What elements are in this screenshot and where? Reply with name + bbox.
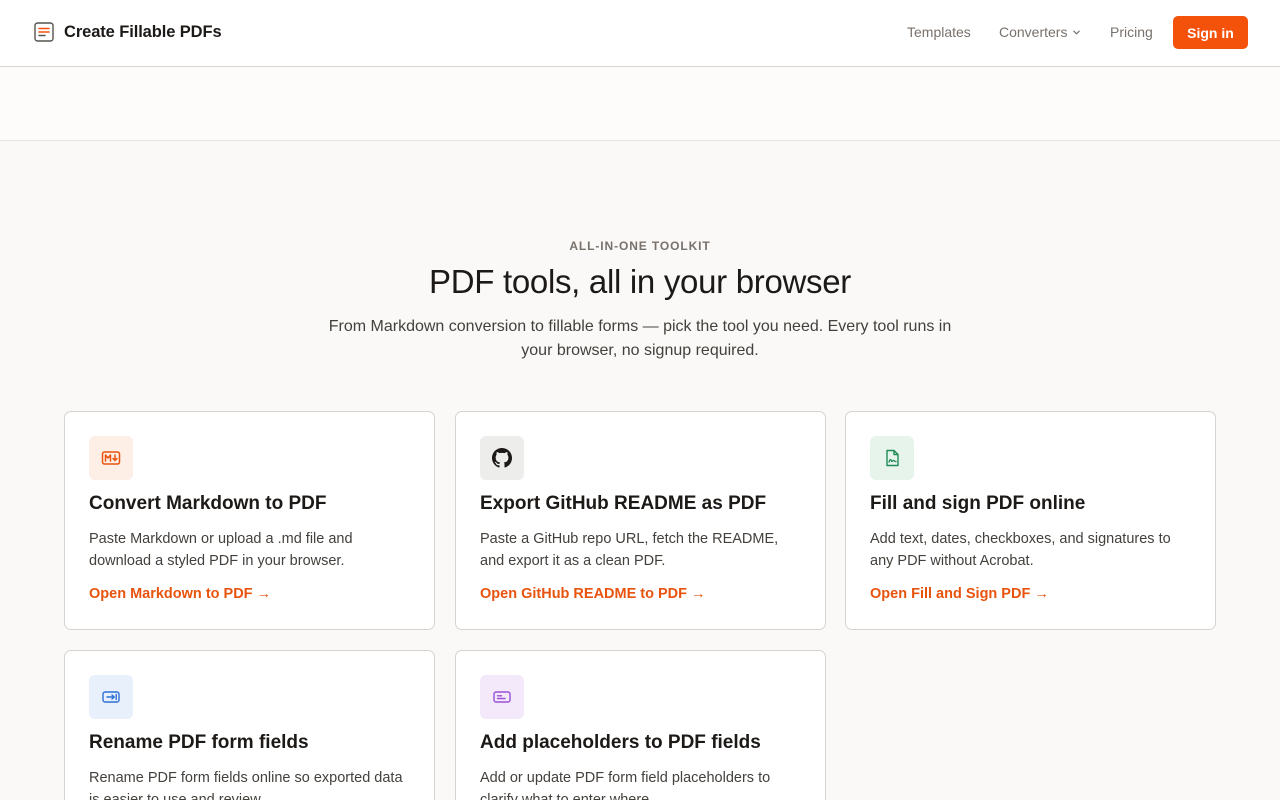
github-icon [480, 436, 524, 480]
signature-file-icon [870, 436, 914, 480]
rename-field-icon [89, 675, 133, 719]
open-github-readme-to-pdf-link[interactable]: Open GitHub README to PDF → [480, 586, 706, 602]
chevron-down-icon [1073, 30, 1081, 34]
card-description: Rename PDF form fields online so exporte… [89, 770, 403, 800]
card-title: Fill and sign PDF online [870, 493, 1086, 514]
tool-card-placeholders[interactable]: Add placeholders to PDF fields Add or up… [455, 650, 826, 800]
open-markdown-to-pdf-link[interactable]: Open Markdown to PDF → [89, 586, 271, 602]
document-logo-icon [34, 22, 54, 42]
tool-card-github-readme[interactable]: Export GitHub README as PDF Paste a GitH… [455, 411, 826, 630]
nav-pricing-link[interactable]: Pricing [1110, 24, 1153, 40]
card-title: Convert Markdown to PDF [89, 493, 327, 514]
site-header: Create Fillable PDFs Templates Converter… [0, 0, 1280, 67]
sign-in-button[interactable]: Sign in [1173, 16, 1248, 49]
section-heading: PDF tools, all in your browser [429, 263, 851, 300]
card-title: Add placeholders to PDF fields [480, 732, 761, 753]
brand[interactable]: Create Fillable PDFs [33, 21, 222, 43]
markdown-icon [89, 436, 133, 480]
placeholder-field-icon [480, 675, 524, 719]
card-title: Export GitHub README as PDF [480, 493, 767, 514]
card-description: Paste Markdown or upload a .md file and … [89, 531, 353, 569]
brand-title: Create Fillable PDFs [64, 22, 222, 41]
open-fill-and-sign-pdf-link[interactable]: Open Fill and Sign PDF → [870, 586, 1049, 602]
tool-card-rename-fields[interactable]: Rename PDF form fields Rename PDF form f… [64, 650, 435, 800]
card-description: Add text, dates, checkboxes, and signatu… [870, 531, 1171, 569]
card-title: Rename PDF form fields [89, 732, 309, 753]
nav-templates-link[interactable]: Templates [907, 24, 971, 40]
tool-card-markdown[interactable]: Convert Markdown to PDF Paste Markdown o… [64, 411, 435, 630]
section-eyebrow: ALL-IN-ONE TOOLKIT [569, 239, 711, 253]
section-subtitle: From Markdown conversion to fillable for… [328, 318, 952, 359]
card-description: Add or update PDF form field placeholder… [480, 770, 771, 800]
nav-converters-dropdown[interactable]: Converters [999, 24, 1081, 40]
nav-converters-label: Converters [999, 24, 1068, 40]
header-band [0, 67, 1280, 141]
card-description: Paste a GitHub repo URL, fetch the READM… [480, 531, 779, 569]
tool-card-fill-and-sign[interactable]: Fill and sign PDF online Add text, dates… [845, 411, 1216, 630]
